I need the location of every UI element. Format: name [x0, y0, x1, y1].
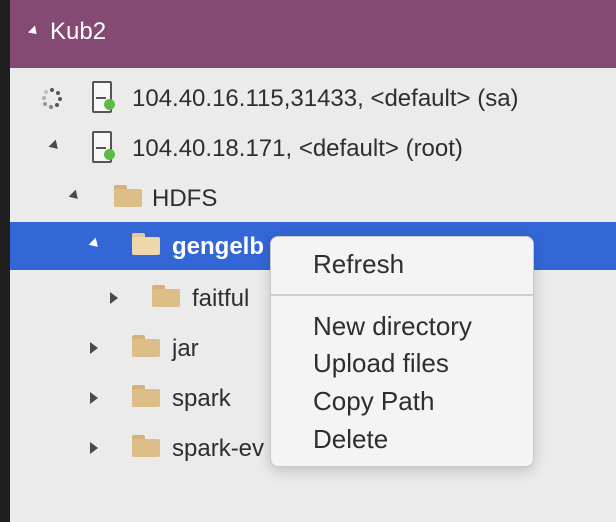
folder-label: jar: [172, 335, 199, 362]
server-label: 104.40.16.115,31433, <default> (sa): [132, 85, 519, 112]
expand-caret-icon[interactable]: [68, 189, 82, 203]
folder-icon: [132, 435, 160, 457]
loading-spinner-icon: [42, 88, 62, 109]
folder-label: spark-ev: [172, 435, 265, 462]
expand-caret-icon[interactable]: [110, 292, 118, 304]
group-title: Kub2: [50, 18, 107, 45]
tree-item-hdfs[interactable]: HDFS: [10, 174, 616, 222]
folder-label: spark: [172, 385, 231, 412]
folder-icon: [132, 233, 160, 255]
menu-item-new-directory[interactable]: New directory: [313, 311, 472, 342]
folder-label: faitful: [192, 285, 250, 312]
connection-group-header[interactable]: Kub2: [10, 0, 616, 68]
collapse-caret-icon[interactable]: [27, 25, 41, 38]
left-border: [0, 0, 10, 522]
expand-caret-icon[interactable]: [90, 342, 98, 354]
tree-item-server-1[interactable]: 104.40.16.115,31433, <default> (sa): [10, 74, 616, 122]
expand-caret-icon[interactable]: [90, 442, 98, 454]
tree-item-server-2[interactable]: 104.40.18.171, <default> (root): [10, 124, 616, 172]
expand-caret-icon[interactable]: [48, 139, 62, 153]
folder-icon: [132, 335, 160, 357]
folder-icon: [132, 385, 160, 407]
server-label: 104.40.18.171, <default> (root): [132, 135, 463, 162]
expand-caret-icon[interactable]: [88, 237, 102, 251]
expand-caret-icon[interactable]: [90, 392, 98, 404]
menu-item-refresh[interactable]: Refresh: [313, 249, 404, 280]
folder-icon: [114, 185, 142, 207]
menu-item-upload-files[interactable]: Upload files: [313, 348, 449, 379]
menu-item-copy-path[interactable]: Copy Path: [313, 386, 434, 417]
folder-icon: [152, 285, 180, 307]
server-icon: [92, 81, 115, 115]
folder-label: HDFS: [152, 185, 218, 212]
context-menu: Refresh New directory Upload files Copy …: [270, 236, 534, 467]
menu-separator: [271, 294, 533, 296]
server-icon: [92, 131, 115, 165]
folder-label: gengelb: [172, 233, 265, 260]
menu-item-delete[interactable]: Delete: [313, 424, 388, 455]
